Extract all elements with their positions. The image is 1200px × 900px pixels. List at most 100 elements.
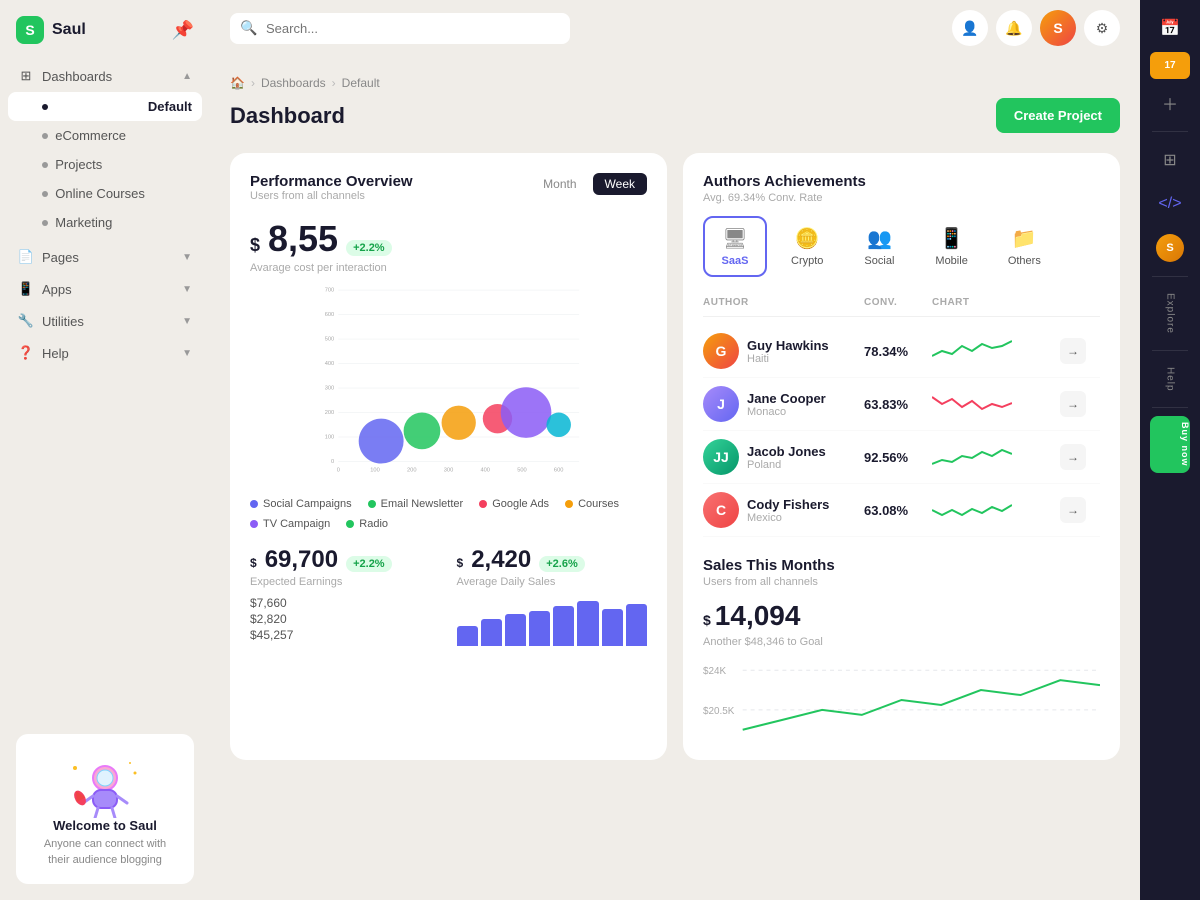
sidebar-item-pages[interactable]: 📄 Pages ▼ bbox=[8, 241, 202, 273]
cat-tab-social[interactable]: 👥 Social bbox=[847, 216, 911, 277]
crypto-icon: 🪙 bbox=[795, 226, 820, 251]
cat-tab-saas[interactable]: 🖥 SaaS bbox=[703, 216, 767, 277]
legend-tv: TV Campaign bbox=[250, 518, 330, 530]
rp-buy-now-button[interactable]: Buy now bbox=[1150, 416, 1190, 473]
cat-tab-crypto[interactable]: 🪙 Crypto bbox=[775, 216, 839, 277]
rp-plus-icon[interactable]: ＋ bbox=[1150, 83, 1190, 123]
social-icon: 👥 bbox=[867, 226, 892, 251]
rp-separator bbox=[1152, 131, 1188, 132]
rp-help-label[interactable]: Help bbox=[1161, 359, 1180, 400]
view-button[interactable]: → bbox=[1060, 444, 1086, 470]
content-inner: 🔍 👤 🔔 S ⚙ 🏠 › Dashboards › Default bbox=[210, 0, 1140, 900]
sidebar-subitem-label: Projects bbox=[55, 157, 102, 172]
daily-sales-amount: 2,420 bbox=[471, 546, 531, 574]
svg-text:300: 300 bbox=[325, 386, 335, 392]
cat-tab-mobile[interactable]: 📱 Mobile bbox=[919, 216, 983, 277]
chevron-icon: ▼ bbox=[182, 348, 192, 359]
chart-sparkline bbox=[932, 389, 1012, 419]
svg-text:$24K: $24K bbox=[703, 666, 727, 677]
breadcrumb-dashboards[interactable]: Dashboards bbox=[261, 76, 326, 90]
authors-header: Authors Achievements Avg. 69.34% Conv. R… bbox=[703, 173, 1100, 204]
topbar-settings[interactable]: ⚙ bbox=[1084, 10, 1120, 46]
author-info: C Cody Fishers Mexico bbox=[703, 492, 856, 528]
mini-bar bbox=[577, 601, 598, 646]
performance-card: Performance Overview Users from all chan… bbox=[230, 153, 667, 760]
rp-badge-number[interactable]: 17 bbox=[1150, 52, 1190, 79]
rp-calendar-icon[interactable]: 📅 bbox=[1150, 8, 1190, 48]
sidebar-item-projects[interactable]: Projects bbox=[8, 150, 202, 179]
content-wrapper: 🔍 👤 🔔 S ⚙ 🏠 › Dashboards › Default bbox=[210, 0, 1200, 900]
svg-text:200: 200 bbox=[407, 468, 417, 474]
sidebar-item-default[interactable]: Default bbox=[8, 92, 202, 121]
chart-sparkline bbox=[932, 336, 1012, 366]
author-name: Jane Cooper bbox=[747, 391, 826, 406]
sidebar-item-help[interactable]: ❓ Help ▼ bbox=[8, 337, 202, 369]
mini-bar bbox=[529, 611, 550, 646]
sidebar-item-dashboards[interactable]: ⊞ Dashboards ▲ bbox=[8, 60, 202, 92]
earnings-item-2: $2,820 bbox=[250, 612, 441, 626]
svg-text:400: 400 bbox=[480, 468, 490, 474]
col-view bbox=[1060, 297, 1100, 308]
authors-subtitle: Avg. 69.34% Conv. Rate bbox=[703, 192, 1100, 204]
rp-explore-label[interactable]: Explore bbox=[1161, 285, 1180, 342]
daily-sales-label: Average Daily Sales bbox=[457, 576, 648, 588]
welcome-title: Welcome to Saul bbox=[32, 818, 178, 833]
rp-separator bbox=[1152, 350, 1188, 351]
legend-social: Social Campaigns bbox=[250, 498, 352, 510]
view-button[interactable]: → bbox=[1060, 338, 1086, 364]
page-header: Dashboard Create Project bbox=[230, 98, 1120, 133]
sidebar-item-label: Dashboards bbox=[42, 69, 112, 84]
sidebar-item-apps[interactable]: 📱 Apps ▼ bbox=[8, 273, 202, 305]
mini-bar bbox=[505, 614, 526, 647]
apps-icon: 📱 bbox=[18, 281, 34, 297]
nav-dot bbox=[42, 220, 48, 226]
authors-table: AUTHOR CONV. CHART G bbox=[703, 293, 1100, 537]
expected-earnings-card: $ 69,700 +2.2% Expected Earnings $7,660 … bbox=[250, 546, 441, 646]
legend-google-ads: Google Ads bbox=[479, 498, 549, 510]
search-box[interactable]: 🔍 bbox=[230, 13, 570, 44]
sidebar-item-utilities[interactable]: 🔧 Utilities ▼ bbox=[8, 305, 202, 337]
mini-bar bbox=[553, 606, 574, 646]
main-content: 🏠 › Dashboards › Default Dashboard Creat… bbox=[210, 56, 1140, 780]
category-tabs: 🖥 SaaS 🪙 Crypto 👥 Social 📱 bbox=[703, 216, 1100, 277]
author-location: Mexico bbox=[747, 512, 829, 524]
app-logo[interactable]: S Saul bbox=[16, 16, 86, 44]
chart-sparkline bbox=[932, 442, 1012, 472]
topbar-avatar-small[interactable]: 👤 bbox=[952, 10, 988, 46]
author-info: J Jane Cooper Monaco bbox=[703, 386, 856, 422]
sidebar-item-marketing[interactable]: Marketing bbox=[8, 208, 202, 237]
sidebar-item-label: Pages bbox=[42, 250, 79, 265]
sidebar-item-online-courses[interactable]: Online Courses bbox=[8, 179, 202, 208]
breadcrumb-home-icon[interactable]: 🏠 bbox=[230, 76, 245, 90]
welcome-card: Welcome to Saul Anyone can connect with … bbox=[16, 734, 194, 884]
rp-code-icon[interactable]: </> bbox=[1150, 184, 1190, 224]
chart-sparkline bbox=[932, 495, 1012, 525]
sales-title: Sales This Months bbox=[703, 557, 1100, 574]
sales-month-section: Sales This Months Users from all channel… bbox=[703, 557, 1100, 740]
daily-sales-card: $ 2,420 +2.6% Average Daily Sales bbox=[457, 546, 648, 646]
user-avatar[interactable]: S bbox=[1040, 10, 1076, 46]
tab-week[interactable]: Week bbox=[593, 173, 647, 195]
tab-month[interactable]: Month bbox=[531, 173, 588, 195]
view-button[interactable]: → bbox=[1060, 497, 1086, 523]
pin-icon[interactable]: 📌 bbox=[172, 20, 194, 41]
sales-chart: $24K $20.5K bbox=[703, 660, 1100, 740]
earnings-amount: 69,700 bbox=[265, 546, 338, 574]
daily-sales-badge: +2.6% bbox=[539, 556, 585, 572]
saas-icon: 🖥 bbox=[722, 226, 747, 251]
sidebar-subitem-label: Marketing bbox=[55, 215, 112, 230]
cat-tab-others[interactable]: 📁 Others bbox=[992, 216, 1057, 277]
svg-text:700: 700 bbox=[325, 288, 335, 294]
author-name: Guy Hawkins bbox=[747, 338, 829, 353]
mini-bar bbox=[481, 619, 502, 647]
sidebar-item-ecommerce[interactable]: eCommerce bbox=[8, 121, 202, 150]
search-input[interactable] bbox=[230, 13, 570, 44]
view-button[interactable]: → bbox=[1060, 391, 1086, 417]
rp-avatar-icon[interactable]: S bbox=[1150, 228, 1190, 268]
perf-title: Performance Overview bbox=[250, 173, 413, 190]
author-info: G Guy Hawkins Haiti bbox=[703, 333, 856, 369]
search-icon: 🔍 bbox=[240, 20, 257, 37]
topbar-notifications[interactable]: 🔔 bbox=[996, 10, 1032, 46]
rp-grid-icon[interactable]: ⊞ bbox=[1150, 140, 1190, 180]
create-project-button[interactable]: Create Project bbox=[996, 98, 1120, 133]
